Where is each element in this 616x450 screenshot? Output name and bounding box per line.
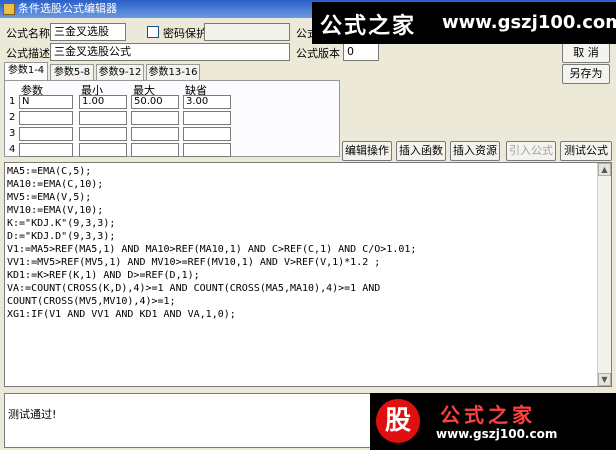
code-line: MV10:=EMA(V,10); xyxy=(7,205,104,216)
scroll-down-icon[interactable]: ▼ xyxy=(598,373,611,386)
param-name-cell[interactable] xyxy=(19,127,73,141)
app-icon xyxy=(3,3,15,15)
param-row-number: 1 xyxy=(9,96,16,107)
import-formula-button[interactable]: 引入公式 xyxy=(506,141,556,161)
code-line: D:="KDJ.D"(9,3,3); xyxy=(7,231,116,242)
cancel-button[interactable]: 取 消 xyxy=(562,43,610,63)
editor-vertical-scrollbar[interactable]: ▲ ▼ xyxy=(597,163,611,386)
watermark-stamp-icon: 股 xyxy=(376,399,420,443)
param-name-cell[interactable]: N xyxy=(19,95,73,109)
tab-params-1-4[interactable]: 参数1-4 xyxy=(4,62,48,80)
param-name-cell[interactable] xyxy=(19,143,73,157)
param-min-cell[interactable] xyxy=(79,143,127,157)
code-line: XG1:IF(V1 AND VV1 AND KD1 AND VA,1,0); xyxy=(7,309,236,320)
code-line: KD1:=K>REF(K,1) AND D>=REF(D,1); xyxy=(7,270,200,281)
formula-name-label: 公式名称 xyxy=(6,27,50,40)
edit-operation-button[interactable]: 编辑操作 xyxy=(342,141,392,161)
tab-params-9-12[interactable]: 参数9-12 xyxy=(96,64,144,80)
param-min-cell[interactable]: 1.00 xyxy=(79,95,127,109)
watermark-url: www.gszj100.com xyxy=(436,427,558,441)
param-max-cell[interactable] xyxy=(131,127,179,141)
code-line: K:="KDJ.K"(9,3,3); xyxy=(7,218,116,229)
watermark-title: 公式之家 xyxy=(440,403,536,427)
insert-resource-button[interactable]: 插入资源 xyxy=(450,141,500,161)
param-min-cell[interactable] xyxy=(79,111,127,125)
code-line: MA10:=EMA(C,10); xyxy=(7,179,104,190)
watermark-banner-top: 公式之家 www.gszj100.com xyxy=(312,2,616,44)
window-title: 条件选股公式编辑器 xyxy=(18,2,117,15)
status-message: 测试通过! xyxy=(8,408,57,421)
code-line: MV5:=EMA(V,5); xyxy=(7,192,92,203)
param-row-number: 4 xyxy=(9,144,16,155)
param-table: 参数 最小 最大 缺省 1 N 1.00 50.00 3.00 2 3 4 xyxy=(4,80,340,157)
param-max-cell[interactable]: 50.00 xyxy=(131,95,179,109)
code-editor[interactable]: MA5:=EMA(C,5); MA10:=EMA(C,10); MV5:=EMA… xyxy=(4,162,612,387)
tab-params-5-8[interactable]: 参数5-8 xyxy=(50,64,94,80)
param-default-cell[interactable] xyxy=(183,143,231,157)
formula-version-label: 公式版本 xyxy=(296,47,340,60)
tab-params-13-16[interactable]: 参数13-16 xyxy=(146,64,200,80)
test-formula-button[interactable]: 测试公式 xyxy=(560,141,612,161)
param-min-cell[interactable] xyxy=(79,127,127,141)
scroll-up-icon[interactable]: ▲ xyxy=(598,163,611,176)
code-line: COUNT(CROSS(MV5,MV10),4)>=1; xyxy=(7,296,176,307)
insert-function-button[interactable]: 插入函数 xyxy=(396,141,446,161)
param-max-cell[interactable] xyxy=(131,143,179,157)
param-row-number: 2 xyxy=(9,112,16,123)
param-default-cell[interactable] xyxy=(183,127,231,141)
param-default-cell[interactable] xyxy=(183,111,231,125)
save-as-button[interactable]: 另存为 xyxy=(562,64,610,84)
watermark-title: 公式之家 xyxy=(320,14,417,39)
code-line: V1:=MA5>REF(MA5,1) AND MA10>REF(MA10,1) … xyxy=(7,244,417,255)
formula-desc-input[interactable]: 三金叉选股公式 xyxy=(50,43,290,61)
formula-version-input[interactable]: 0 xyxy=(343,43,379,61)
password-checkbox[interactable] xyxy=(147,26,159,38)
password-label: 密码保护 xyxy=(163,27,207,40)
watermark-url: www.gszj100.com xyxy=(442,12,616,33)
code-line: MA5:=EMA(C,5); xyxy=(7,166,92,177)
formula-desc-label: 公式描述 xyxy=(6,47,50,60)
param-name-cell[interactable] xyxy=(19,111,73,125)
code-line: VA:=COUNT(CROSS(K,D),4)>=1 AND COUNT(CRO… xyxy=(7,283,381,294)
param-max-cell[interactable] xyxy=(131,111,179,125)
code-line: VV1:=MV5>REF(MV5,1) AND MV10>=REF(MV10,1… xyxy=(7,257,381,268)
param-row-number: 3 xyxy=(9,128,16,139)
watermark-banner-bottom: 股 公式之家 www.gszj100.com xyxy=(370,393,616,450)
param-default-cell[interactable]: 3.00 xyxy=(183,95,231,109)
formula-name-input[interactable]: 三金叉选股 xyxy=(50,23,126,41)
password-input[interactable] xyxy=(204,23,290,41)
